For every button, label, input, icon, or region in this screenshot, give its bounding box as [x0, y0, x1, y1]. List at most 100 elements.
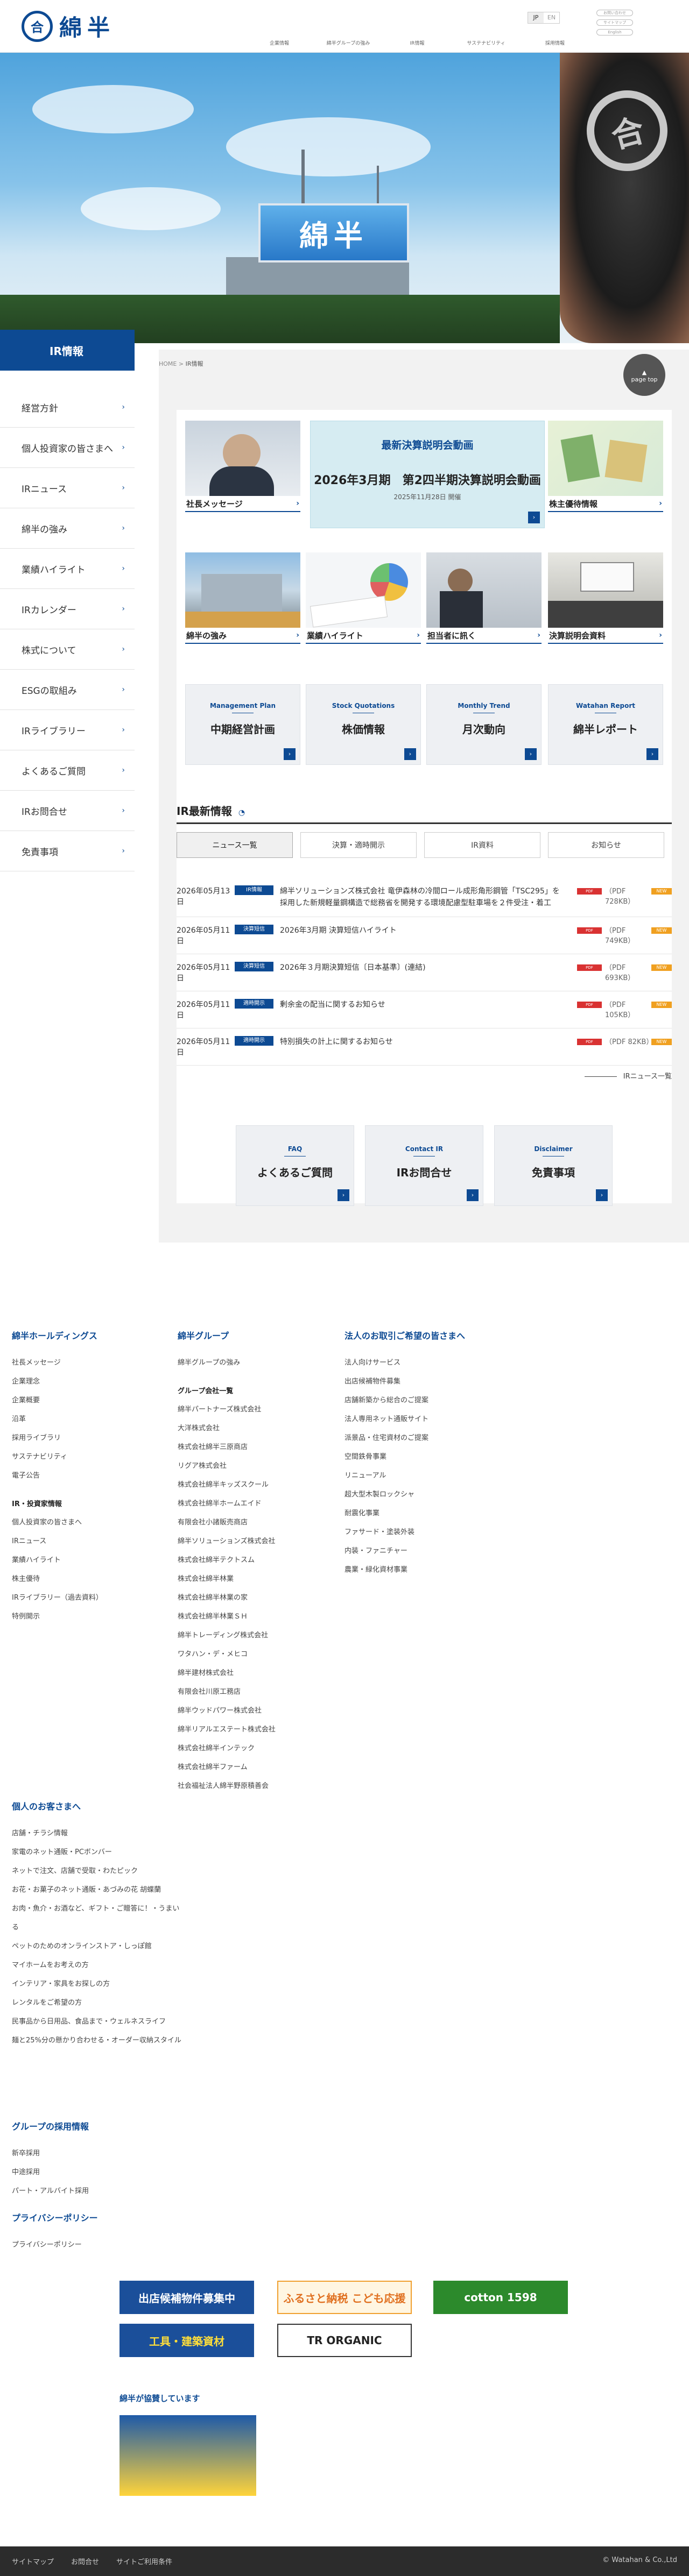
tile-contact-ir[interactable]: Contact IR IRお問合せ ›	[365, 1125, 483, 1206]
breadcrumb-home[interactable]: HOME	[159, 360, 177, 367]
footer-link[interactable]: 超大型木製ロックシャ	[344, 1485, 506, 1504]
footer-link[interactable]: 綿半建材株式会社	[178, 1664, 339, 1683]
footer-link[interactable]: 出店候補物件募集	[344, 1372, 506, 1391]
footer-link[interactable]: 採用ライブラリ	[12, 1429, 163, 1447]
footer-link[interactable]: 有限会社小諸販売商店	[178, 1513, 339, 1532]
sidebar-item-4[interactable]: 業績ハイライト ›	[0, 549, 135, 589]
footer-link[interactable]: 社会福祉法人綿半野原積善会	[178, 1777, 339, 1796]
footer-link[interactable]: 綿半ソリューションズ株式会社	[178, 1532, 339, 1551]
lang-jp[interactable]: JP	[528, 12, 544, 23]
footer-link[interactable]: お肉・魚介・お酒など、ギフト・ご贈答に！・うまいる	[12, 1899, 184, 1937]
footer-link[interactable]: 内装・ファニチャー	[344, 1542, 506, 1560]
footer-link[interactable]: 農業・緑化資材事業	[344, 1560, 506, 1579]
sponsor-banner[interactable]	[119, 2415, 256, 2496]
sidebar-item-1[interactable]: 個人投資家の皆さまへ ›	[0, 428, 135, 468]
more-news-link[interactable]: IRニュース一覧	[585, 1070, 672, 1081]
tab-ir-materials[interactable]: IR資料	[424, 832, 540, 858]
bottom-link-terms[interactable]: サイトご利用条件	[116, 2556, 172, 2566]
footer-link[interactable]: ペットのためのオンラインストア・しっぽ館	[12, 1937, 184, 1956]
footer-link[interactable]: 麺と25%分の懸かり合わせる・オーダー収納スタイル	[12, 2031, 184, 2050]
gnav-item-4[interactable]: 採用情報	[521, 39, 589, 46]
sidebar-item-0[interactable]: 経営方針 ›	[0, 387, 135, 428]
footer-link[interactable]: 法人向けサービス	[344, 1353, 506, 1372]
card-briefing-materials[interactable]: 決算説明会資料 ›	[548, 552, 663, 644]
footer-link[interactable]: 株式会社綿半テクトスム	[178, 1551, 339, 1570]
footer-link[interactable]: サステナビリティ	[12, 1447, 163, 1466]
tab-disclosure[interactable]: 決算・適時開示	[300, 832, 417, 858]
page-top-button[interactable]: ▲ page top	[623, 354, 665, 396]
tile-stock-quotations[interactable]: Stock Quotations 株価情報 ›	[306, 684, 421, 765]
footer-link[interactable]: 綿半トレーディング株式会社	[178, 1626, 339, 1645]
tile-management-plan[interactable]: Management Plan 中期経営計画 ›	[185, 684, 300, 765]
news-row[interactable]: 2026年05月11日 決算短信 2026年3月期 決算短信ハイライト PDF …	[177, 917, 672, 954]
footer-link[interactable]: 派景品・住宅資材のご提案	[344, 1429, 506, 1447]
footer-link[interactable]: 空間鉄骨事業	[344, 1447, 506, 1466]
sidebar-item-7[interactable]: ESGの取組み ›	[0, 670, 135, 710]
banner-tools[interactable]: 工具・建築資材	[119, 2324, 254, 2357]
gnav-item-1[interactable]: 綿半グループの強み	[314, 39, 383, 46]
banner-cotton[interactable]: cotton 1598	[433, 2281, 568, 2314]
bottom-link-sitemap[interactable]: サイトマップ	[12, 2556, 54, 2566]
footer-link[interactable]: パート・アルバイト採用	[12, 2182, 184, 2201]
footer-link[interactable]: 株式会社綿半ファーム	[178, 1758, 339, 1777]
footer-link[interactable]: 株式会社綿半インテック	[178, 1739, 339, 1758]
bottom-link-contact[interactable]: お問合せ	[71, 2556, 99, 2566]
footer-link[interactable]: プライバシーポリシー	[12, 2236, 184, 2254]
footer-link[interactable]: 店舗・チラシ情報	[12, 1824, 184, 1843]
rss-icon[interactable]: ◔	[238, 808, 245, 817]
footer-link[interactable]: マイホームをお考えの方	[12, 1956, 184, 1975]
footer-link[interactable]: 株式会社綿半三原商店	[178, 1438, 339, 1457]
banner-furusato[interactable]: ふるさと納税 こども応援	[277, 2281, 412, 2314]
footer-link[interactable]: 株式会社綿半林業ＳＨ	[178, 1607, 339, 1626]
footer-link[interactable]: 株式会社綿半林業の家	[178, 1588, 339, 1607]
gnav-item-2[interactable]: IR情報	[383, 39, 452, 46]
news-row[interactable]: 2026年05月11日 適時開示 特別損失の計上に関するお知らせ PDF （PD…	[177, 1028, 672, 1066]
sidebar-item-2[interactable]: IRニュース ›	[0, 468, 135, 508]
footer-link[interactable]: 綿半リアルエステート株式会社	[178, 1720, 339, 1739]
footer-link[interactable]: 店舗新築から総合のご提案	[344, 1391, 506, 1410]
card-shareholder-benefits[interactable]: 株主優待情報 ›	[548, 421, 663, 512]
footer-link[interactable]: 企業概要	[12, 1391, 163, 1410]
footer-link[interactable]: お花・お菓子のネット通販・あづみの花 胡蝶蘭	[12, 1880, 184, 1899]
gnav-item-0[interactable]: 企業情報	[245, 39, 314, 46]
footer-link[interactable]: 沿革	[12, 1410, 163, 1429]
footer-link[interactable]: レンタルをご希望の方	[12, 1993, 184, 2012]
gnav-item-3[interactable]: サステナビリティ	[452, 39, 521, 46]
footer-link[interactable]: 社長メッセージ	[12, 1353, 163, 1372]
footer-link[interactable]: 株式会社綿半ホームエイド	[178, 1494, 339, 1513]
sidebar-item-5[interactable]: IRカレンダー ›	[0, 589, 135, 629]
card-highlights[interactable]: 業績ハイライト ›	[306, 552, 421, 644]
logo[interactable]: 合 綿半	[22, 10, 115, 42]
footer-link[interactable]: 民事品から日用品、食品まで・ウェルネスライフ	[12, 2012, 184, 2031]
sidebar-item-8[interactable]: IRライブラリー ›	[0, 710, 135, 750]
footer-link[interactable]: 企業理念	[12, 1372, 163, 1391]
tab-news-list[interactable]: ニュース一覧	[177, 832, 293, 858]
footer-link[interactable]: 株式会社綿半林業	[178, 1570, 339, 1588]
card-staff-interview[interactable]: 担当者に訊く ›	[426, 552, 542, 644]
footer-link[interactable]: 業績ハイライト	[12, 1551, 163, 1570]
card-strength[interactable]: 綿半の強み ›	[185, 552, 300, 644]
footer-link[interactable]: 耐震化事業	[344, 1504, 506, 1523]
footer-link[interactable]: 特例開示	[12, 1607, 163, 1626]
footer-link[interactable]: 大洋株式会社	[178, 1419, 339, 1438]
banner-tr-organic[interactable]: TR ORGANIC	[277, 2324, 412, 2357]
footer-link[interactable]: IRニュース	[12, 1532, 163, 1551]
banner-store-sites[interactable]: 出店候補物件募集中	[119, 2281, 254, 2314]
sidebar-item-11[interactable]: 免責事項 ›	[0, 831, 135, 871]
lang-en[interactable]: EN	[544, 12, 559, 23]
sidebar-item-3[interactable]: 綿半の強み ›	[0, 508, 135, 549]
footer-link[interactable]: ファサード・塗装外装	[344, 1523, 506, 1542]
util-link-0[interactable]: お問い合わせ	[596, 10, 633, 16]
tile-faq[interactable]: FAQ よくあるご質問 ›	[236, 1125, 354, 1206]
sidebar-item-9[interactable]: よくあるご質問 ›	[0, 750, 135, 791]
footer-link[interactable]: 電子公告	[12, 1466, 163, 1485]
footer-link[interactable]: 法人専用ネット通販サイト	[344, 1410, 506, 1429]
footer-link[interactable]: インテリア・家具をお探しの方	[12, 1975, 184, 1993]
tab-notices[interactable]: お知らせ	[548, 832, 664, 858]
footer-link[interactable]: 有限会社川原工務店	[178, 1683, 339, 1701]
footer-link[interactable]: 個人投資家の皆さまへ	[12, 1513, 163, 1532]
news-row[interactable]: 2026年05月11日 適時開示 剰余金の配当に関するお知らせ PDF （PDF…	[177, 991, 672, 1028]
footer-link[interactable]: ネットで注文、店舗で受取・わたピック	[12, 1862, 184, 1880]
sidebar-item-6[interactable]: 株式について ›	[0, 629, 135, 670]
footer-link[interactable]: リニューアル	[344, 1466, 506, 1485]
